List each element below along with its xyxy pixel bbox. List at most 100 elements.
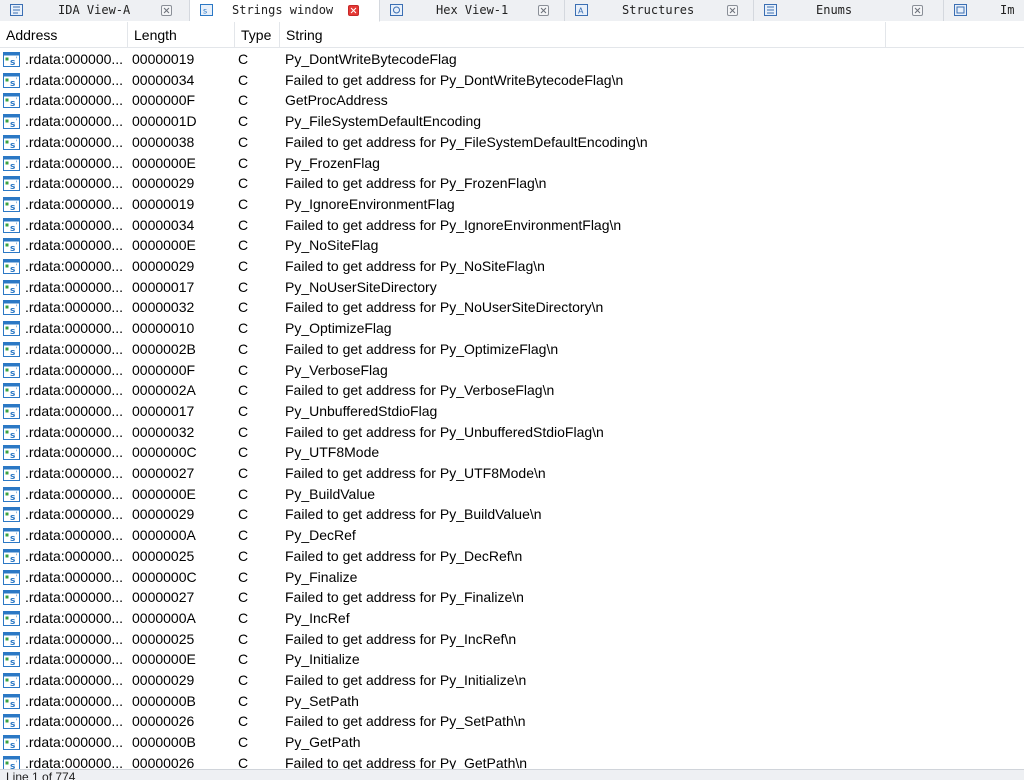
table-row[interactable]: s ' .rdata:000000... 00000019 C Py_IgnoreEnvi… (0, 194, 1024, 215)
table-row[interactable]: s ' .rdata:000000... 00000038 C Failed to get… (0, 132, 1024, 153)
table-row[interactable]: s ' .rdata:000000... 0000000F C GetProcAddres… (0, 90, 1024, 111)
svg-text:s: s (203, 7, 207, 16)
table-row[interactable]: s ' .rdata:000000... 00000025 C Failed to get… (0, 629, 1024, 650)
table-row[interactable]: s ' .rdata:000000... 0000000E C Py_FrozenFlag (0, 153, 1024, 174)
table-row[interactable]: s ' .rdata:000000... 00000026 C Failed to get… (0, 753, 1024, 769)
string-icon: s ' (3, 259, 20, 275)
string-icon: s ' (3, 155, 20, 172)
close-icon[interactable] (161, 5, 172, 16)
tab-label: Strings window (232, 3, 334, 17)
address-cell: .rdata:000000... (25, 340, 124, 357)
string-cell: Failed to get address for Py_IgnoreEnvir… (285, 216, 622, 233)
type-cell: C (238, 340, 249, 357)
string-icon: s ' (3, 466, 20, 482)
string-cell: Failed to get address for Py_UnbufferedS… (285, 423, 604, 440)
length-cell: 00000027 (132, 465, 195, 481)
table-row[interactable]: s ' .rdata:000000... 0000000B C Py_SetPath (0, 691, 1024, 712)
string-cell: Failed to get address for Py_UTF8Mode\n (285, 465, 546, 481)
string-cell: Failed to get address for Py_GetPath\n (285, 754, 528, 769)
status-text: Line 1 of 774 (6, 770, 76, 780)
table-row[interactable]: s ' .rdata:000000... 00000027 C Failed to get… (0, 463, 1024, 484)
address-cell: .rdata:000000... (25, 361, 124, 378)
tab-structures[interactable]: A Structures (565, 0, 754, 21)
table-row[interactable]: s ' .rdata:000000... 00000010 C Py_OptimizeFl… (0, 318, 1024, 339)
string-cell: Failed to get address for Py_FrozenFlag\… (285, 175, 547, 192)
column-header-type[interactable]: Type (235, 22, 280, 48)
table-header: Address Length Type String (0, 22, 1024, 48)
string-cell: Py_Finalize (285, 568, 358, 585)
table-row[interactable]: s ' .rdata:000000... 00000017 C Py_NoUserSite… (0, 277, 1024, 298)
table-row[interactable]: s ' .rdata:000000... 00000032 C Failed to get… (0, 422, 1024, 443)
string-cell: Py_IgnoreEnvironmentFlag (285, 195, 455, 212)
address-cell: .rdata:000000... (25, 92, 124, 109)
tab-imports[interactable]: Im (944, 0, 1024, 21)
column-header-length[interactable]: Length (128, 22, 235, 48)
string-cell: Py_SetPath (285, 692, 359, 709)
string-cell: Py_VerboseFlag (285, 361, 388, 378)
address-cell: .rdata:000000... (25, 734, 124, 751)
ida-view-icon (10, 4, 23, 16)
type-cell: C (238, 589, 249, 606)
close-icon[interactable] (348, 5, 359, 16)
string-cell: Failed to get address for Py_DontWriteBy… (285, 71, 624, 88)
string-icon: s ' (3, 403, 20, 420)
length-cell: 00000019 (132, 195, 195, 212)
table-row[interactable]: s ' .rdata:000000... 0000000A C Py_DecRef (0, 525, 1024, 546)
tab-ida-view-a[interactable]: IDA View-A (0, 0, 190, 21)
table-row[interactable]: s ' .rdata:000000... 00000032 C Failed to get… (0, 297, 1024, 318)
tab-enums[interactable]: Enums (754, 0, 944, 21)
type-cell: C (238, 423, 249, 440)
table-row[interactable]: s ' .rdata:000000... 0000002A C Failed to get… (0, 380, 1024, 401)
type-cell: C (238, 672, 249, 688)
tab-strings-window[interactable]: s Strings window (190, 0, 380, 22)
imports-icon (954, 4, 967, 16)
table-row[interactable]: s ' .rdata:000000... 00000034 C Failed to get… (0, 70, 1024, 91)
type-cell: C (238, 382, 249, 399)
table-row[interactable]: s ' .rdata:000000... 0000000E C Py_Initialize (0, 649, 1024, 670)
table-row[interactable]: s ' .rdata:000000... 0000000C C Py_Finalize (0, 567, 1024, 588)
column-header-address[interactable]: Address (0, 22, 128, 48)
column-header-string[interactable]: String (280, 22, 886, 48)
string-cell: Py_Initialize (285, 651, 360, 668)
string-icon: s ' (3, 52, 20, 68)
table-row[interactable]: s ' .rdata:000000... 0000000B C Py_GetPath (0, 732, 1024, 753)
string-icon: s ' (3, 321, 20, 337)
string-icon: s ' (3, 72, 20, 89)
string-icon: s ' (3, 279, 20, 296)
table-row[interactable]: s ' .rdata:000000... 0000000F C Py_VerboseFla… (0, 360, 1024, 381)
table-row[interactable]: s ' .rdata:000000... 0000000E C Py_NoSiteFlag (0, 235, 1024, 256)
table-row[interactable]: s ' .rdata:000000... 00000034 C Failed to get… (0, 215, 1024, 236)
table-row[interactable]: s ' .rdata:000000... 00000029 C Failed to get… (0, 256, 1024, 277)
address-cell: .rdata:000000... (25, 382, 124, 399)
table-row[interactable]: s ' .rdata:000000... 0000000C C Py_UTF8Mode (0, 442, 1024, 463)
table-row[interactable]: s ' .rdata:000000... 00000029 C Failed to get… (0, 504, 1024, 525)
table-row[interactable]: s ' .rdata:000000... 00000025 C Failed to get… (0, 546, 1024, 567)
table-row[interactable]: s ' .rdata:000000... 0000001D C Py_FileSystem… (0, 111, 1024, 132)
table-row[interactable]: s ' .rdata:000000... 00000026 C Failed to get… (0, 711, 1024, 732)
table-row[interactable]: s ' .rdata:000000... 0000000A C Py_IncRef (0, 608, 1024, 629)
address-cell: .rdata:000000... (25, 589, 124, 606)
string-icon: s ' (3, 383, 20, 399)
table-row[interactable]: s ' .rdata:000000... 00000017 C Py_Unbuffered… (0, 401, 1024, 422)
table-row[interactable]: s ' .rdata:000000... 0000000E C Py_BuildValue (0, 484, 1024, 505)
address-cell: .rdata:000000... (25, 175, 124, 192)
table-row[interactable]: s ' .rdata:000000... 00000029 C Failed to get… (0, 670, 1024, 691)
string-icon: s ' (3, 362, 20, 379)
string-icon: s ' (3, 445, 20, 461)
string-icon: s ' (3, 217, 20, 234)
address-cell: .rdata:000000... (25, 51, 124, 67)
close-icon[interactable] (538, 5, 549, 16)
close-icon[interactable] (912, 5, 923, 16)
close-icon[interactable] (727, 5, 738, 16)
tab-hex-view-1[interactable]: Hex View-1 (380, 0, 565, 21)
table-row[interactable]: s ' .rdata:000000... 00000029 C Failed to get… (0, 173, 1024, 194)
type-cell: C (238, 568, 249, 585)
tab-label: IDA View-A (58, 3, 131, 17)
tab-bar: IDA View-A s Strings window Hex View-1 A… (0, 0, 1024, 22)
table-row[interactable]: s ' .rdata:000000... 00000019 C Py_DontWriteB… (0, 49, 1024, 70)
length-cell: 0000002B (132, 340, 196, 357)
string-icon: s ' (3, 673, 20, 689)
string-icon: s ' (3, 196, 20, 213)
table-row[interactable]: s ' .rdata:000000... 0000002B C Failed to get… (0, 339, 1024, 360)
table-row[interactable]: s ' .rdata:000000... 00000027 C Failed to get… (0, 587, 1024, 608)
